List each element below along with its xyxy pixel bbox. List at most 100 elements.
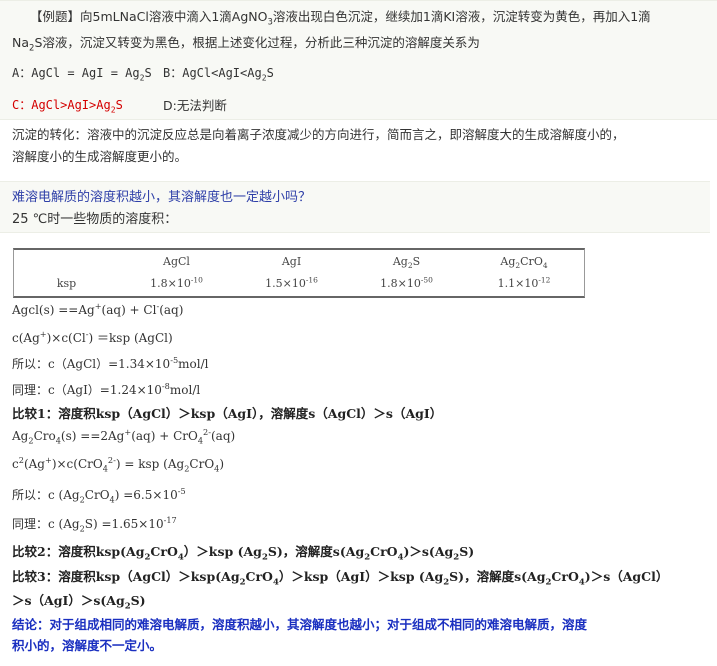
text: (s) ==2Ag [60,429,125,443]
cell-text: Ag [500,254,516,268]
text: Agcl(s) ==Ag [12,303,95,317]
text: )＞s（AgCl） [584,569,669,584]
example-text: 溶液出现白色沉淀，继续加1滴KI溶液，沉淀转变为黄色，再加入1滴 [272,9,651,24]
table-header-agcl: AgCl [163,254,190,268]
text: )＞s(Ag [403,544,454,559]
example-text: 向5mLNaCl溶液中滴入1滴AgNO [80,9,268,24]
text: S)，溶解度s(Ag [449,569,546,584]
comparison-3-continued: ＞s（AgI）＞s(Ag2S) [12,590,146,611]
text: Ag [12,429,29,443]
comparison-2: 比较2：溶度积ksp(Ag2CrO4）＞ksp (Ag2S)，溶解度s(Ag2C… [12,541,475,562]
ksp-expression-ag2cro4: c2(Ag+)×c(CrO42-) = ksp (Ag2CrO4) [12,455,225,473]
exponent: -16 [305,274,318,284]
text: (aq) [159,303,184,317]
table-value-ag2cro4: 1.1×10-12 [464,272,584,294]
table-header-ag2s: Ag2S [349,250,464,272]
conversion-line1: 沉淀的转化：溶液中的沉淀反应总是向着离子浓度减少的方向进行，简而言之，即溶解度大… [12,127,625,142]
superscript: 2- [203,427,211,437]
text: ＞s（AgI）＞s(Ag [12,593,125,608]
example-question-line1: 【例题】向5mLNaCl溶液中滴入1滴AgNO3溶液出现白色沉淀，继续加1滴KI… [30,6,651,27]
text: CrO [551,569,579,584]
superscript: -17 [163,515,177,525]
text: c(Ag [12,331,40,345]
equilibrium-ag2cro4: Ag2Cro4(s) ==2Ag+(aq) + CrO42-(aq) [12,427,236,445]
cell-text: Ag [392,254,408,268]
text: ) = ksp (Ag [115,457,185,471]
text: 同理：c（AgI）=1.24×10 [12,383,162,397]
cell-text: CrO [520,254,543,268]
option-a: A：AgCl = AgI = Ag2S [12,64,152,81]
option-d: D:无法判断 [163,98,227,113]
example-question-line2: Na2S溶液，沉淀又转变为黑色，根据上述变化过程，分析此三种沉淀的溶解度关系为 [12,32,480,53]
text: 所以：c（AgCl）=1.34×10 [12,357,171,371]
solubility-agi: 同理：c（AgI）=1.24×10-8mol/l [12,381,200,398]
text: ) [219,457,225,471]
ksp-expression-agcl: c(Ag+)×c(Cl-) ＝ksp (AgCl) [12,329,173,346]
table-row-label: ksp [56,276,77,290]
text: c [12,457,19,471]
conclusion-line1: 结论：对于组成相同的难溶电解质，溶度积越小，其溶解度也越小；对于组成不相同的难溶… [12,617,588,632]
subscript: 4 [542,260,548,270]
cell-text: 1.5×10 [265,276,306,290]
superscript: + [94,301,102,311]
text: (aq) + CrO [131,429,198,443]
text: ) =6.5×10 [114,488,178,502]
option-b: B：AgCl<AgI<Ag2S [163,64,274,81]
option-b-text: S [266,66,274,80]
option-b-text: B：AgCl<AgI<Ag [163,66,262,80]
text: ）＞ksp (Ag [183,544,262,559]
text: S) [130,593,146,608]
example-tag: 【例题】 [30,9,81,24]
text: S) [459,544,475,559]
option-a-text: A：AgCl = AgI = Ag [12,66,140,80]
comparison-1: 比较1：溶度积ksp（AgCl）＞ksp（AgI），溶解度s（AgCl）＞s（A… [12,406,443,421]
solubility-agcl: 所以：c（AgCl）=1.34×10-5mol/l [12,355,208,372]
text: CrO [245,569,273,584]
table-header-agi: AgI [281,254,302,268]
text: (aq) [211,429,236,443]
text: S) =1.65×10 [84,517,164,531]
cell-text: S [412,254,421,268]
exponent: -10 [190,274,203,284]
exponent: -50 [420,274,433,284]
table-corner [14,250,119,272]
solubility-ag2cro4: 所以：c (Ag2CrO4) =6.5×10-5 [12,486,186,504]
cell-text: 1.8×10 [380,276,421,290]
superscript: -5 [177,486,186,496]
table-header-ag2cro4: Ag2CrO4 [464,250,584,272]
text: CrO [150,544,178,559]
superscript: + [44,455,52,465]
table-value-ag2s: 1.8×10-50 [349,272,464,294]
text: S)，溶解度s(Ag [267,544,365,559]
text: CrO [84,488,110,502]
superscript: 2- [107,455,116,465]
question-title: 难溶电解质的溶度积越小，其溶解度也一定越小吗？ [12,190,312,205]
equilibrium-agcl: Agcl(s) ==Ag+(aq) + Cl-(aq) [12,301,184,317]
option-c-text: C：AgCl>AgI>Ag [12,98,111,112]
text: )×c(Cl [46,331,86,345]
text: mol/l [178,357,209,371]
exponent: -12 [538,274,551,284]
example-text: Na [12,35,30,50]
text: 比较2：溶度积ksp(Ag [12,544,145,559]
text: )×c(CrO [51,457,103,471]
superscript: + [39,329,47,339]
cell-text: 1.1×10 [497,276,539,290]
conversion-line2: 溶解度小的生成溶解度更小的。 [12,149,188,164]
text: ) ＝ksp (AgCl) [88,331,173,345]
option-c-text: S [115,98,123,112]
text: 所以：c (Ag [12,488,80,502]
text: 同理：c (Ag [12,517,80,531]
option-c: C：AgCl>AgI>Ag2S [12,96,123,113]
table-value-agi: 1.5×10-16 [234,272,349,294]
text: (aq) + Cl [101,303,157,317]
option-a-text: S [144,66,152,80]
text: CrO [370,544,398,559]
text: 比较3：溶度积ksp（AgCl）＞ksp(Ag [12,569,240,584]
comparison-3: 比较3：溶度积ksp（AgCl）＞ksp(Ag2CrO4）＞ksp（AgI）＞k… [12,566,669,587]
text: (Ag [23,457,45,471]
example-text: S溶液，沉淀又转变为黑色，根据上述变化过程，分析此三种沉淀的溶解度关系为 [34,35,480,50]
conclusion-line2: 积小的，溶解度不一定小。 [12,638,163,653]
superscript: -5 [170,355,179,365]
ksp-table: AgCl AgI Ag2S Ag2CrO4 ksp 1.8×10 -10 1.5×… [13,248,585,298]
